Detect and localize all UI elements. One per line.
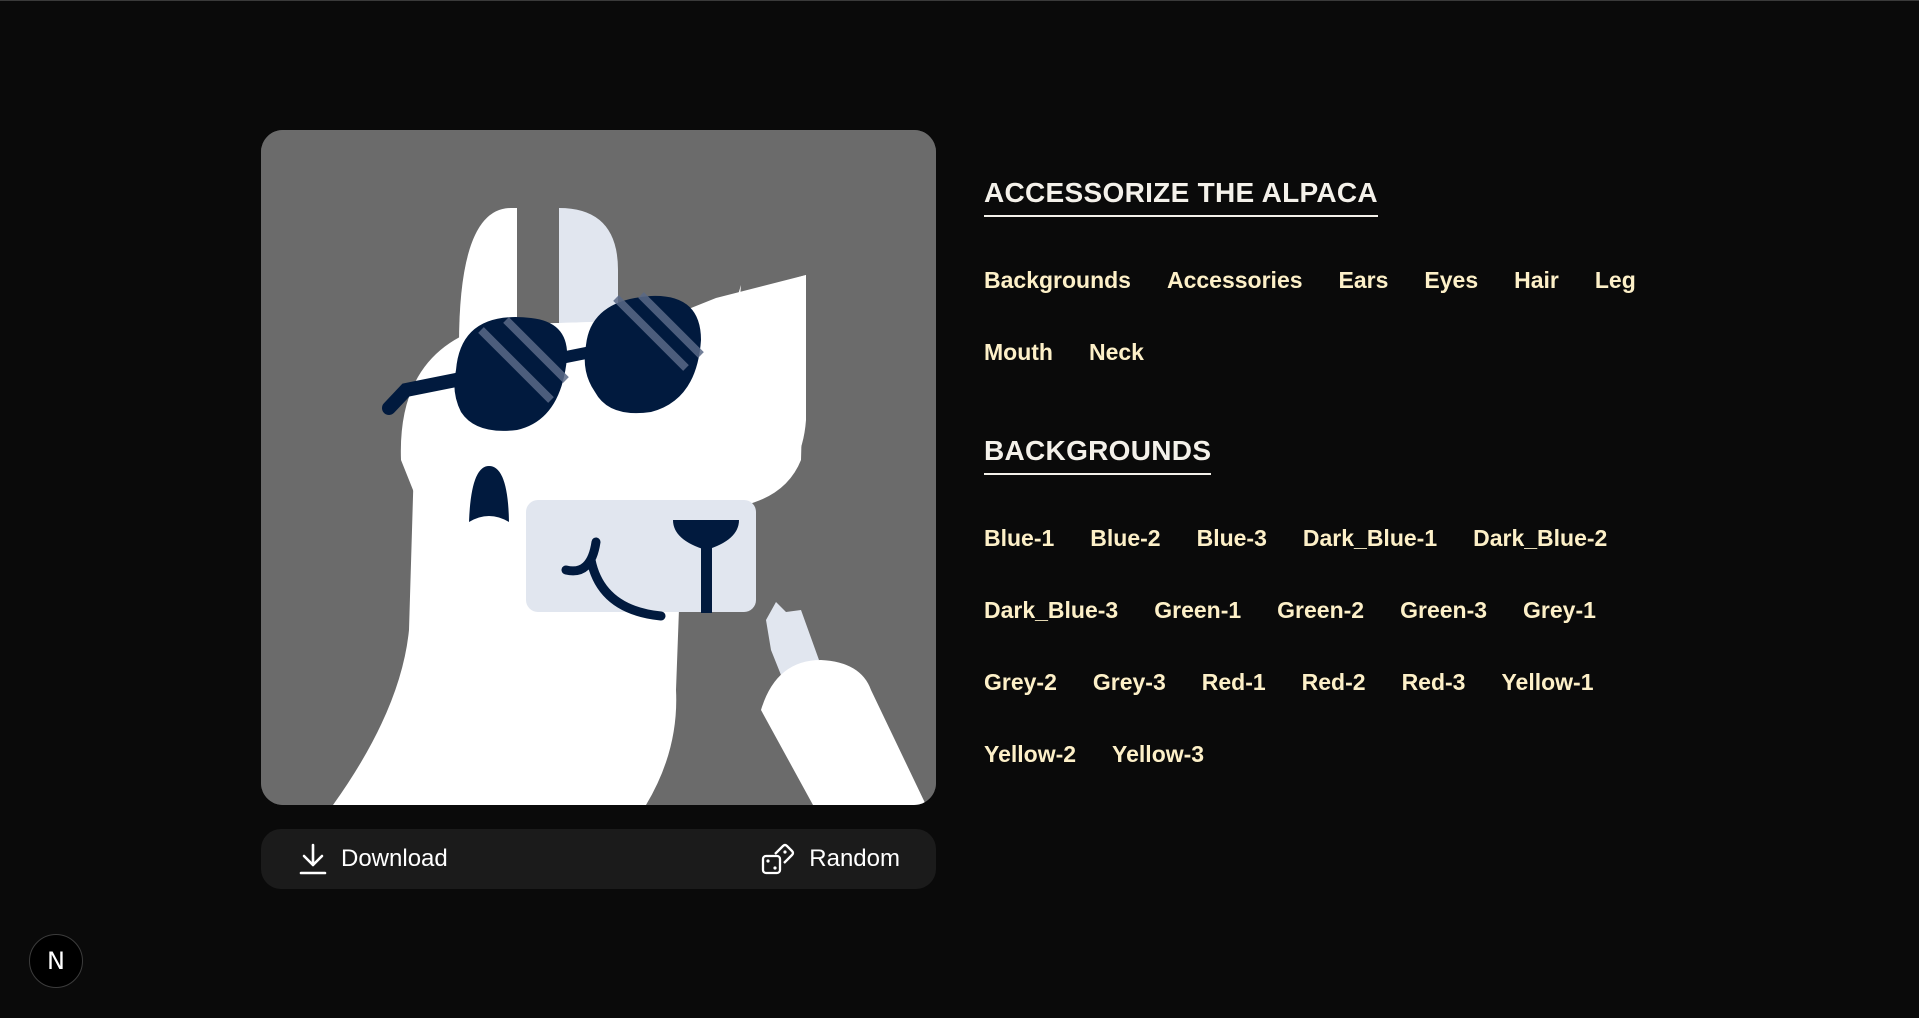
- download-icon: [299, 843, 327, 875]
- nose-line: [701, 535, 712, 613]
- nextjs-badge-label: N: [47, 947, 65, 975]
- category-eyes[interactable]: Eyes: [1424, 244, 1478, 316]
- option-dark-blue-2[interactable]: Dark_Blue-2: [1473, 502, 1607, 574]
- option-yellow-3[interactable]: Yellow-3: [1112, 718, 1204, 790]
- option-green-3[interactable]: Green-3: [1400, 574, 1487, 646]
- option-red-2[interactable]: Red-2: [1302, 646, 1366, 718]
- option-dark-blue-1[interactable]: Dark_Blue-1: [1303, 502, 1437, 574]
- category-accessories[interactable]: Accessories: [1167, 244, 1303, 316]
- nextjs-logo-icon[interactable]: N: [29, 934, 83, 988]
- category-ears[interactable]: Ears: [1339, 244, 1389, 316]
- section-title: BACKGROUNDS: [984, 435, 1212, 475]
- option-green-2[interactable]: Green-2: [1277, 574, 1364, 646]
- alpaca-preview: [261, 130, 936, 805]
- category-mouth[interactable]: Mouth: [984, 316, 1053, 388]
- muzzle: [526, 500, 756, 612]
- option-green-1[interactable]: Green-1: [1154, 574, 1241, 646]
- category-backgrounds[interactable]: Backgrounds: [984, 244, 1131, 316]
- download-label: Download: [341, 845, 448, 872]
- option-red-3[interactable]: Red-3: [1402, 646, 1466, 718]
- option-yellow-2[interactable]: Yellow-2: [984, 718, 1076, 790]
- category-neck[interactable]: Neck: [1089, 316, 1144, 388]
- option-red-1[interactable]: Red-1: [1202, 646, 1266, 718]
- dice-icon: [762, 843, 795, 875]
- top-border: [0, 0, 1919, 1]
- option-blue-1[interactable]: Blue-1: [984, 502, 1054, 574]
- random-label: Random: [809, 845, 900, 872]
- action-bar: Download Random: [261, 829, 936, 889]
- option-grey-2[interactable]: Grey-2: [984, 646, 1057, 718]
- option-list: Blue-1 Blue-2 Blue-3 Dark_Blue-1 Dark_Bl…: [984, 502, 1684, 790]
- random-button[interactable]: Random: [761, 829, 900, 889]
- option-blue-2[interactable]: Blue-2: [1090, 502, 1160, 574]
- download-button[interactable]: Download: [299, 829, 448, 889]
- option-yellow-1[interactable]: Yellow-1: [1501, 646, 1593, 718]
- option-grey-3[interactable]: Grey-3: [1093, 646, 1166, 718]
- option-grey-1[interactable]: Grey-1: [1523, 574, 1596, 646]
- alpaca-illustration: [261, 130, 936, 805]
- option-dark-blue-3[interactable]: Dark_Blue-3: [984, 574, 1118, 646]
- page-title: ACCESSORIZE THE ALPACA: [984, 177, 1378, 217]
- category-hair[interactable]: Hair: [1514, 244, 1559, 316]
- category-list: Backgrounds Accessories Ears Eyes Hair L…: [984, 244, 1684, 388]
- option-blue-3[interactable]: Blue-3: [1197, 502, 1267, 574]
- category-leg[interactable]: Leg: [1595, 244, 1636, 316]
